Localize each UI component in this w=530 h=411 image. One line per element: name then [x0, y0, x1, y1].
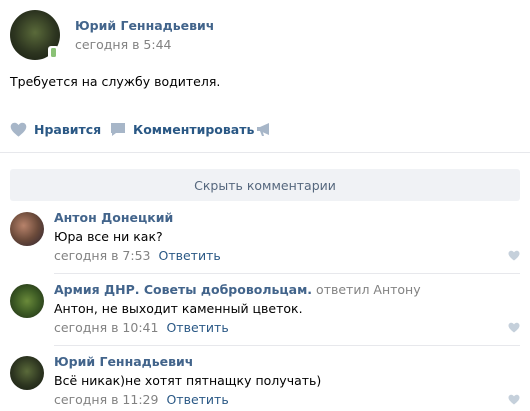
- reply-to-label[interactable]: ответил Антону: [316, 282, 421, 297]
- share-button[interactable]: [256, 119, 272, 139]
- reply-link[interactable]: Ответить: [166, 320, 228, 335]
- comment-author-name[interactable]: Антон Донецкий: [54, 210, 173, 225]
- comment-like-icon[interactable]: [508, 249, 520, 264]
- comment-label: Комментировать: [133, 121, 255, 137]
- comment-separator: [54, 345, 520, 346]
- comment-meta: сегодня в 7:53 Ответить: [54, 248, 221, 263]
- comment-author-name[interactable]: Армия ДНР. Советы добровольцам.: [54, 282, 312, 297]
- comment-author-line: Армия ДНР. Советы добровольцам. ответил …: [54, 282, 421, 297]
- comment-button[interactable]: Комментировать: [110, 119, 254, 139]
- comment-text: Юра все ни как?: [54, 229, 163, 244]
- commenter-avatar[interactable]: [10, 356, 44, 390]
- hide-comments-button[interactable]: Скрыть комментарии: [10, 169, 520, 201]
- comment-separator: [54, 273, 520, 274]
- like-label: Нравится: [34, 121, 102, 137]
- post-timestamp[interactable]: сегодня в 5:44: [75, 37, 172, 52]
- comment-author-line: Юрий Геннадьевич: [54, 354, 193, 369]
- comment-meta: сегодня в 10:41 Ответить: [54, 320, 229, 335]
- commenter-avatar[interactable]: [10, 284, 44, 318]
- comment-icon: [110, 122, 126, 137]
- mobile-online-icon: [48, 46, 59, 60]
- comment-text: Всё никак)не хотят пятнащку получать): [54, 373, 322, 388]
- comment-author-name[interactable]: Юрий Геннадьевич: [54, 354, 193, 369]
- comment-timestamp[interactable]: сегодня в 10:41: [54, 320, 158, 335]
- post-header: Юрий Геннадьевич сегодня в 5:44: [10, 10, 520, 60]
- comment-text: Антон, не выходит каменный цветок.: [54, 301, 303, 316]
- comment-author-line: Антон Донецкий: [54, 210, 173, 225]
- comment-like-icon[interactable]: [508, 393, 520, 408]
- comment-like-icon[interactable]: [508, 321, 520, 336]
- heart-icon: [10, 122, 27, 137]
- reply-link[interactable]: Ответить: [159, 248, 221, 263]
- reply-link[interactable]: Ответить: [166, 392, 228, 407]
- comment-timestamp[interactable]: сегодня в 7:53: [54, 248, 151, 263]
- post-author-name[interactable]: Юрий Геннадьевич: [75, 18, 214, 33]
- commenter-avatar[interactable]: [10, 212, 44, 246]
- like-button[interactable]: Нравится: [10, 119, 101, 139]
- megaphone-icon: [256, 122, 272, 137]
- post-text: Требуется на службу водителя.: [10, 74, 221, 89]
- post-divider: [0, 152, 530, 153]
- comment-timestamp[interactable]: сегодня в 11:29: [54, 392, 158, 407]
- post-actions: Нравится Комментировать: [10, 119, 520, 139]
- comment-meta: сегодня в 11:29 Ответить: [54, 392, 229, 407]
